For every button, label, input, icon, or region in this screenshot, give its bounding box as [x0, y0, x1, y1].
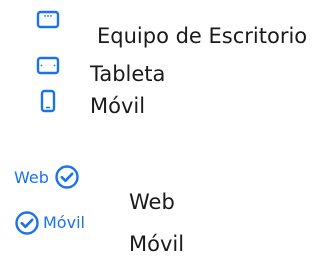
mobile-icon [40, 89, 56, 113]
platform-label-movil: Móvil [129, 232, 185, 256]
tablet-icon [36, 56, 60, 76]
platform-label-web: Web [129, 190, 175, 214]
web-badge-text: Web [14, 168, 49, 187]
device-item-tablet: Tableta [36, 56, 165, 85]
device-label-mobile: Móvil [90, 94, 146, 118]
check-circle-icon [14, 210, 40, 236]
device-label-tablet: Tableta [90, 62, 166, 86]
desktop-icon [36, 10, 60, 30]
device-item-mobile: Móvil [40, 89, 145, 117]
device-item-desktop: Equipo de Escritorio [36, 10, 307, 47]
check-circle-icon [54, 164, 80, 190]
device-label-desktop: Equipo de Escritorio [97, 24, 308, 48]
movil-badge-text: Móvil [43, 213, 85, 232]
